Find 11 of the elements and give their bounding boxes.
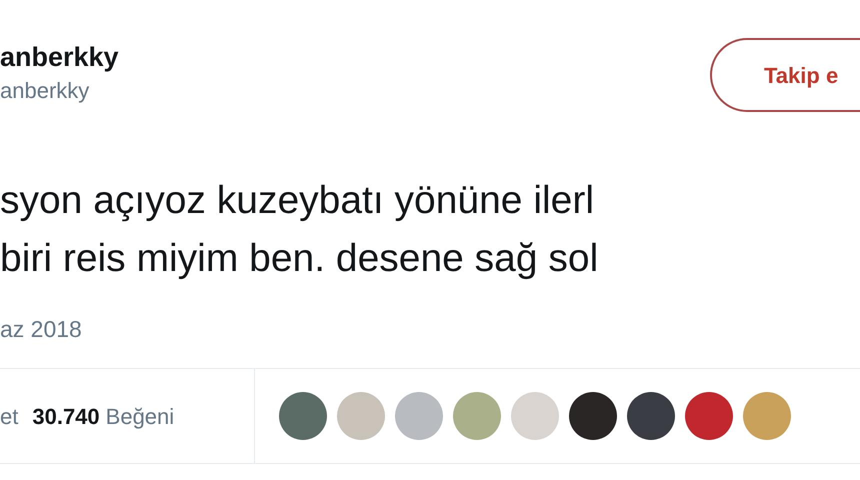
avatar-placeholder[interactable]: [627, 392, 675, 440]
stat-count: 30.740: [32, 402, 100, 430]
tweet-text: syon açıyoz kuzeybatı yönüne ilerl: [0, 178, 595, 224]
stat-label: et: [0, 402, 18, 430]
follow-button[interactable]: Takip e: [710, 38, 860, 112]
avatar-placeholder[interactable]: [569, 392, 617, 440]
user-handle: anberkky: [0, 77, 90, 105]
display-name: anberkky: [0, 41, 119, 74]
tweet-text: biri reis miyim ben. desene sağ sol: [0, 236, 600, 282]
stat-label: Beğeni: [106, 402, 174, 431]
tweet-date: az 2018: [0, 315, 83, 344]
